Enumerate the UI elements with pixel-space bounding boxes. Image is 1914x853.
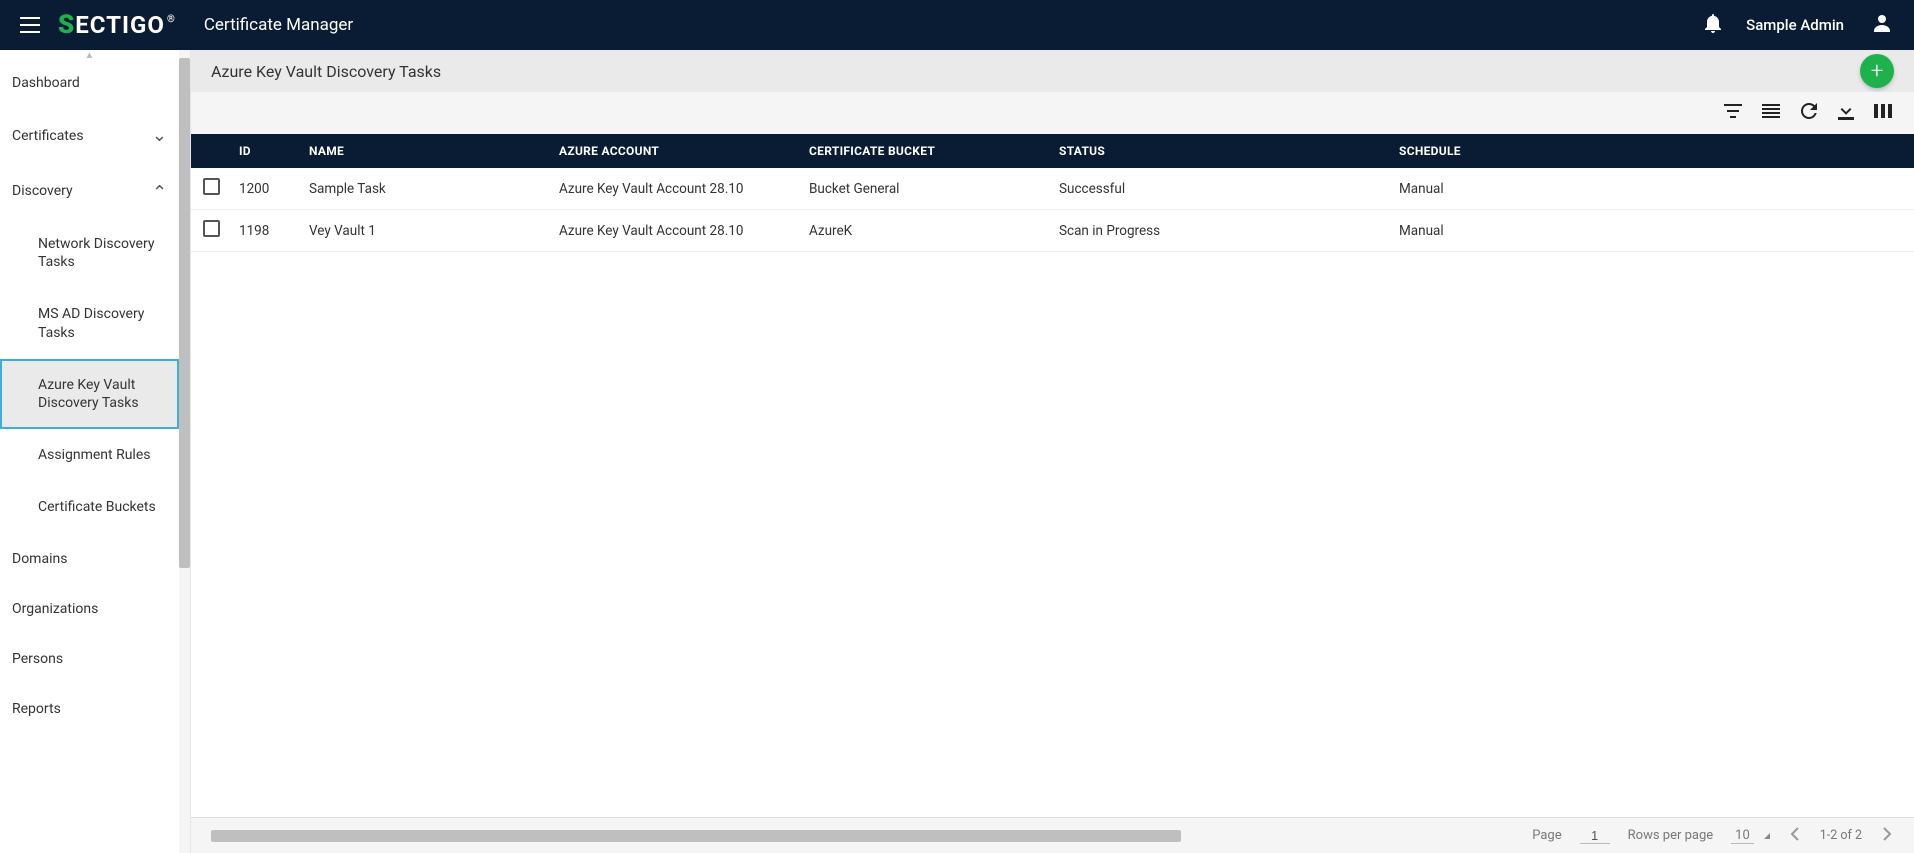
cell-account: Azure Key Vault Account 28.10 bbox=[551, 168, 801, 210]
notifications-button[interactable] bbox=[1698, 7, 1728, 43]
app-title: Certificate Manager bbox=[204, 15, 353, 35]
logo-regmark: ® bbox=[167, 14, 176, 25]
sidebar-scroll-up-arrow[interactable]: ▲ bbox=[0, 50, 179, 58]
sidebar-item-dashboard[interactable]: Dashboard bbox=[0, 58, 179, 108]
sidebar-item-label: Discovery bbox=[12, 183, 73, 199]
sidebar-item-label: Organizations bbox=[12, 601, 98, 617]
sidebar-item-domains[interactable]: Domains bbox=[0, 534, 179, 584]
menu-toggle-button[interactable] bbox=[16, 13, 44, 37]
content-area: Azure Key Vault Discovery Tasks + bbox=[191, 50, 1914, 853]
table-wrapper: ID NAME AZURE ACCOUNT CERTIFICATE BUCKET… bbox=[191, 134, 1914, 853]
chevron-up-icon: ⌄ bbox=[152, 180, 167, 201]
page-title: Azure Key Vault Discovery Tasks bbox=[211, 62, 441, 81]
cell-bucket: Bucket General bbox=[801, 168, 1051, 210]
cell-status: Scan in Progress bbox=[1051, 210, 1391, 252]
user-menu-button[interactable] bbox=[1866, 7, 1898, 43]
prev-page-button[interactable] bbox=[1788, 825, 1802, 846]
chevron-left-icon bbox=[1790, 827, 1800, 841]
table-row[interactable]: 1200 Sample Task Azure Key Vault Account… bbox=[191, 168, 1914, 210]
sidebar-item-label: Reports bbox=[12, 701, 61, 717]
refresh-button[interactable] bbox=[1798, 100, 1820, 126]
app-header: S ECTIGO ® Certificate Manager Sample Ad… bbox=[0, 0, 1914, 50]
user-name[interactable]: Sample Admin bbox=[1746, 16, 1844, 34]
refresh-icon bbox=[1800, 102, 1818, 120]
download-button[interactable] bbox=[1836, 100, 1856, 126]
sidebar-item-reports[interactable]: Reports bbox=[0, 684, 179, 734]
list-icon bbox=[1762, 104, 1780, 118]
cell-status: Successful bbox=[1051, 168, 1391, 210]
cell-schedule: Manual bbox=[1391, 168, 1914, 210]
tasks-table: ID NAME AZURE ACCOUNT CERTIFICATE BUCKET… bbox=[191, 134, 1914, 252]
cell-id: 1200 bbox=[231, 168, 301, 210]
download-icon bbox=[1838, 102, 1854, 120]
bell-icon bbox=[1704, 13, 1722, 33]
sidebar-subitem-label: MS AD Discovery Tasks bbox=[38, 306, 144, 340]
rows-per-page-label: Rows per page bbox=[1628, 828, 1714, 843]
sidebar-item-organizations[interactable]: Organizations bbox=[0, 584, 179, 634]
page-input[interactable] bbox=[1580, 828, 1610, 844]
cell-account: Azure Key Vault Account 28.10 bbox=[551, 210, 801, 252]
table-header-row: ID NAME AZURE ACCOUNT CERTIFICATE BUCKET… bbox=[191, 134, 1914, 168]
horizontal-scrollbar-thumb[interactable] bbox=[211, 830, 1181, 842]
cell-id: 1198 bbox=[231, 210, 301, 252]
filter-icon bbox=[1724, 104, 1742, 118]
toolbar bbox=[191, 92, 1914, 134]
logo-rest: ECTIGO bbox=[75, 11, 165, 39]
page-label: Page bbox=[1532, 828, 1561, 843]
cell-schedule: Manual bbox=[1391, 210, 1914, 252]
sidebar-scrollbar-thumb[interactable] bbox=[179, 58, 190, 568]
sidebar-subitem-label: Azure Key Vault Discovery Tasks bbox=[38, 377, 139, 411]
next-page-button[interactable] bbox=[1880, 825, 1894, 846]
cell-bucket: AzureK bbox=[801, 210, 1051, 252]
columns-icon bbox=[1874, 104, 1892, 118]
sidebar-subitem-azure-key-vault[interactable]: Azure Key Vault Discovery Tasks bbox=[0, 359, 179, 429]
sidebar-item-certificates[interactable]: Certificates ⌄ bbox=[0, 108, 179, 163]
cell-name: Vey Vault 1 bbox=[301, 210, 551, 252]
header-azure-account[interactable]: AZURE ACCOUNT bbox=[551, 134, 801, 168]
sidebar-item-label: Certificates bbox=[12, 128, 84, 144]
sidebar-item-persons[interactable]: Persons bbox=[0, 634, 179, 684]
header-name[interactable]: NAME bbox=[301, 134, 551, 168]
sidebar-subitem-msad-discovery[interactable]: MS AD Discovery Tasks bbox=[0, 288, 179, 358]
plus-icon: + bbox=[1871, 59, 1883, 84]
sidebar-subitem-label: Assignment Rules bbox=[38, 447, 150, 463]
header-checkbox-cell bbox=[191, 134, 231, 168]
logo-s: S bbox=[58, 10, 75, 40]
sidebar-subitem-label: Network Discovery Tasks bbox=[38, 236, 154, 270]
dropdown-triangle-icon bbox=[1764, 833, 1770, 839]
pagination-range: 1-2 of 2 bbox=[1820, 828, 1862, 843]
brand-logo[interactable]: S ECTIGO ® bbox=[58, 10, 176, 40]
columns-button[interactable] bbox=[1872, 102, 1894, 124]
sidebar-item-label: Dashboard bbox=[12, 75, 80, 91]
table-row[interactable]: 1198 Vey Vault 1 Azure Key Vault Account… bbox=[191, 210, 1914, 252]
header-certificate-bucket[interactable]: CERTIFICATE BUCKET bbox=[801, 134, 1051, 168]
row-checkbox[interactable] bbox=[203, 220, 220, 237]
filter-button[interactable] bbox=[1722, 102, 1744, 124]
horizontal-scrollbar[interactable] bbox=[211, 830, 1454, 842]
row-checkbox[interactable] bbox=[203, 178, 220, 195]
cell-name: Sample Task bbox=[301, 168, 551, 210]
sidebar-subitem-assignment-rules[interactable]: Assignment Rules bbox=[0, 429, 179, 481]
group-button[interactable] bbox=[1760, 102, 1782, 124]
sidebar-subitem-certificate-buckets[interactable]: Certificate Buckets bbox=[0, 481, 179, 533]
sidebar-item-discovery[interactable]: Discovery ⌄ bbox=[0, 163, 179, 218]
content-footer: Page Rows per page 10 1-2 of 2 bbox=[191, 817, 1914, 853]
sidebar-subitem-label: Certificate Buckets bbox=[38, 499, 156, 515]
sidebar: ▲ Dashboard Certificates ⌄ Discovery ⌄ N… bbox=[0, 50, 191, 853]
sidebar-scrollbar[interactable] bbox=[179, 50, 190, 853]
chevron-right-icon bbox=[1882, 827, 1892, 841]
rows-per-page-value: 10 bbox=[1731, 828, 1754, 844]
rows-per-page-select[interactable]: 10 bbox=[1731, 828, 1770, 844]
sidebar-subitem-network-discovery[interactable]: Network Discovery Tasks bbox=[0, 218, 179, 288]
hamburger-icon bbox=[20, 17, 40, 33]
chevron-down-icon: ⌄ bbox=[152, 125, 167, 146]
header-id[interactable]: ID bbox=[231, 134, 301, 168]
content-header: Azure Key Vault Discovery Tasks + bbox=[191, 50, 1914, 92]
sidebar-item-label: Persons bbox=[12, 651, 63, 667]
sidebar-item-label: Domains bbox=[12, 551, 67, 567]
header-status[interactable]: STATUS bbox=[1051, 134, 1391, 168]
add-button[interactable]: + bbox=[1860, 54, 1894, 88]
header-schedule[interactable]: SCHEDULE bbox=[1391, 134, 1914, 168]
person-icon bbox=[1872, 13, 1892, 33]
